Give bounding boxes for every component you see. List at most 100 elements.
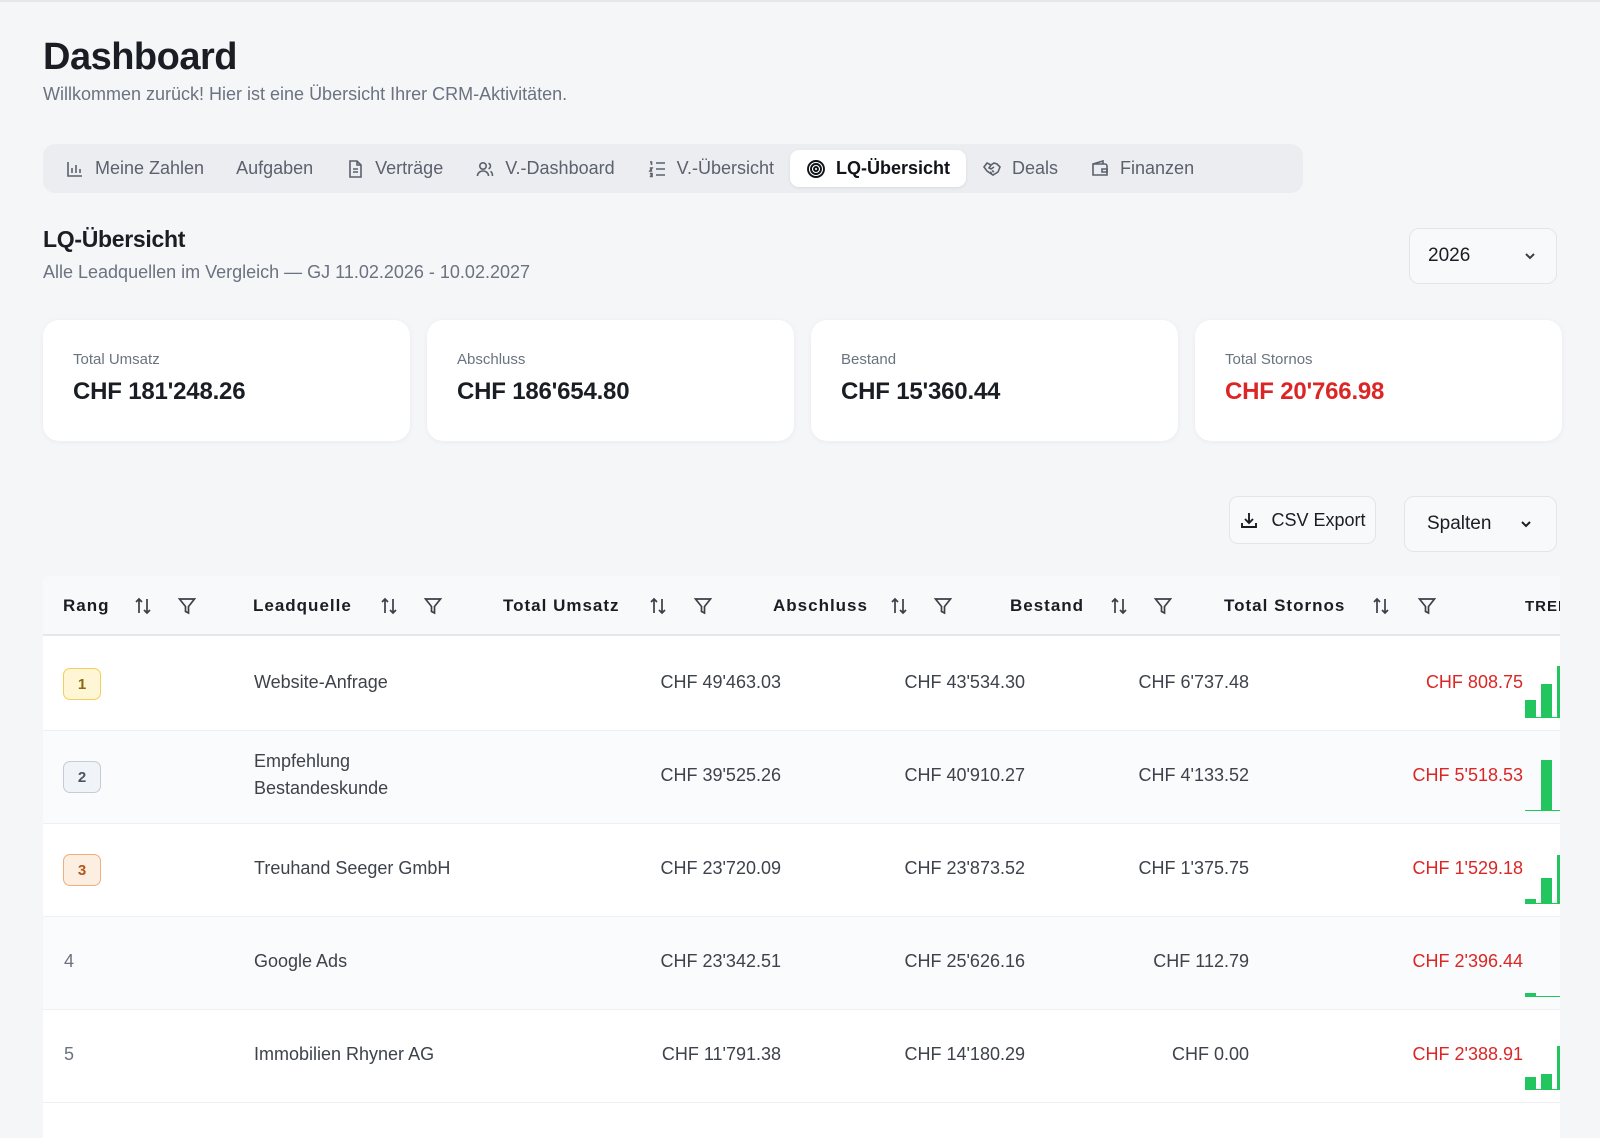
table-row[interactable]: 1 Website-Anfrage CHF 49'463.03 CHF 43'5… [43,638,1560,731]
rank-badge: 1 [63,668,101,700]
tab-v-dashboard[interactable]: V.-Dashboard [459,150,630,187]
leadsource-name: Google Ads [254,951,348,971]
abschluss-value: CHF 43'534.30 [904,672,1025,692]
sort-icon[interactable] [379,596,399,616]
column-label: Rang [63,596,110,615]
rank-number: 4 [64,951,75,971]
rank-badge: 2 [63,761,101,793]
filter-icon[interactable] [693,596,713,616]
columns-dropdown-button[interactable]: Spalten [1404,496,1557,552]
trend-sparkline [1525,751,1560,811]
column-label: Leadquelle [253,596,352,615]
trend-bar [1525,700,1536,718]
chevron-down-icon [1521,521,1531,528]
abschluss-value: CHF 23'873.52 [904,858,1025,878]
column-header-total-umsatz[interactable]: Total Umsatz [503,576,743,636]
kpi-value: CHF 15'360.44 [841,378,1001,405]
columns-label: Spalten [1427,513,1492,534]
table-row[interactable]: 3 Treuhand Seeger GmbH CHF 23'720.09 CHF… [43,824,1560,917]
users-icon [476,161,494,176]
section-title: LQ-Übersicht [43,226,186,252]
table-row[interactable]: 4 Google Ads CHF 23'342.51 CHF 25'626.16… [43,917,1560,1010]
table-row[interactable]: 2 Empfehlung Bestandeskunde CHF 39'525.2… [43,731,1560,824]
top-border [0,0,1600,2]
tab-label: Aufgaben [236,158,314,178]
leadsource-name: Immobilien Rhyner AG [254,1044,435,1064]
leadsource-table: Rang Leadquelle Total Umsatz Abschluss B… [43,576,1560,1138]
filter-icon[interactable] [423,596,443,616]
trend-sparkline [1525,844,1560,904]
bar-chart-icon [67,161,82,177]
column-label: Bestand [1010,596,1085,615]
column-header-total-stornos[interactable]: Total Stornos [1224,576,1484,636]
section-subtitle: Alle Leadquellen im Vergleich — GJ 11.02… [43,262,530,282]
trend-sparkline [1525,1030,1560,1090]
tab-vertraege[interactable]: Verträge [329,150,459,187]
kpi-card-total-umsatz: Total Umsatz CHF 181'248.26 [43,320,410,441]
abschluss-value: CHF 25'626.16 [904,951,1025,971]
year-select[interactable]: 2026 [1409,228,1557,284]
total-stornos-value: CHF 2'396.44 [1412,951,1524,971]
total-umsatz-value: CHF 23'342.51 [660,951,781,971]
leadsource-name: Treuhand Seeger GmbH [254,858,451,878]
bestand-value: CHF 4'133.52 [1138,765,1250,785]
trend-sparkline [1525,658,1560,718]
chevron-down-icon [1525,253,1535,260]
trend-bar [1541,878,1552,904]
total-stornos-value: CHF 808.75 [1425,672,1523,692]
trend-bar [1541,1074,1552,1090]
sort-icon[interactable] [889,596,909,616]
filter-icon[interactable] [1153,596,1173,616]
tab-label: V.-Übersicht [676,158,774,178]
sort-icon[interactable] [648,596,668,616]
page-title: Dashboard [43,36,237,78]
tab-aufgaben[interactable]: Aufgaben [220,150,329,187]
kpi-value: CHF 181'248.26 [73,378,246,405]
trend-bar [1541,760,1552,811]
tab-deals[interactable]: Deals [966,150,1074,187]
tab-finanzen[interactable]: Finanzen [1074,150,1210,187]
csv-export-button[interactable]: CSV Export [1229,496,1376,544]
table-row[interactable]: 5 Immobilien Rhyner AG CHF 11'791.38 CHF… [43,1010,1560,1103]
bestand-value: CHF 0.00 [1171,1044,1249,1064]
kpi-card-abschluss: Abschluss CHF 186'654.80 [427,320,794,441]
page-subtitle: Willkommen zurück! Hier ist eine Übersic… [43,84,568,104]
total-umsatz-value: CHF 11'791.38 [661,1044,781,1064]
trend-bar [1525,1077,1536,1090]
target-icon [807,159,825,178]
column-header-rang[interactable]: Rang [63,576,243,636]
total-umsatz-value: CHF 39'525.26 [660,765,781,785]
bestand-value: CHF 1'375.75 [1138,858,1250,878]
list-ordered-icon [648,160,665,177]
download-icon [1241,513,1258,528]
tab-label: Meine Zahlen [95,158,205,178]
column-header-bestand[interactable]: Bestand [1010,576,1210,636]
sort-icon[interactable] [1109,596,1129,616]
kpi-card-bestand: Bestand CHF 15'360.44 [811,320,1178,441]
column-label: TREND [1525,597,1560,615]
sort-icon[interactable] [1371,596,1391,616]
trend-bar [1541,684,1552,718]
tab-label: Verträge [375,158,444,178]
tab-v-uebersicht[interactable]: V.-Übersicht [631,150,790,187]
tab-lq-uebersicht[interactable]: LQ-Übersicht [789,150,966,187]
filter-icon[interactable] [177,596,197,616]
trend-bar [1557,666,1560,718]
kpi-label: Abschluss [457,351,526,368]
kpi-cards: Total Umsatz CHF 181'248.26 Abschluss CH… [43,320,1562,441]
tab-label: LQ-Übersicht [835,158,950,178]
bestand-value: CHF 6'737.48 [1138,672,1250,692]
tab-meine-zahlen[interactable]: Meine Zahlen [49,150,220,187]
column-label: Total Stornos [1224,596,1346,615]
kpi-label: Total Umsatz [73,351,160,368]
filter-icon[interactable] [1417,596,1437,616]
trend-bar [1557,855,1560,904]
sort-icon[interactable] [133,596,153,616]
filter-icon[interactable] [933,596,953,616]
kpi-label: Bestand [841,351,897,368]
tab-label: Finanzen [1120,158,1195,178]
column-header-trend[interactable]: TREND [1525,576,1560,636]
column-header-leadquelle[interactable]: Leadquelle [253,576,473,636]
column-header-abschluss[interactable]: Abschluss [773,576,983,636]
total-umsatz-value: CHF 23'720.09 [660,858,781,878]
